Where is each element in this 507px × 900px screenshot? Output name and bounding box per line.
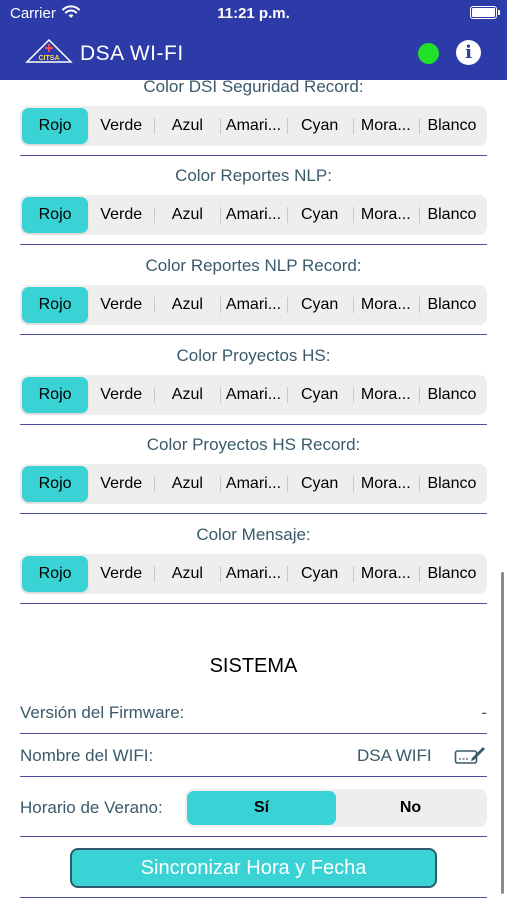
color-option[interactable]: Cyan	[286, 377, 353, 413]
color-option[interactable]: Amari...	[220, 287, 286, 323]
logo-text: CITSA	[39, 55, 60, 62]
citsa-logo-icon: CITSA	[25, 38, 73, 63]
color-option[interactable]: Rojo	[22, 377, 89, 413]
color-option[interactable]: Blanco	[418, 377, 485, 413]
color-option[interactable]: Rojo	[22, 466, 89, 502]
connection-status-indicator	[418, 43, 439, 64]
color-option[interactable]: Amari...	[220, 466, 286, 502]
color-option[interactable]: Verde	[88, 287, 154, 323]
color-option[interactable]: Mora...	[352, 377, 419, 413]
color-option[interactable]: Cyan	[286, 556, 353, 592]
color-option[interactable]: Blanco	[418, 108, 485, 144]
divider	[20, 776, 487, 777]
color-option[interactable]: Amari...	[220, 556, 286, 592]
color-option[interactable]: Cyan	[286, 466, 353, 502]
edit-icon[interactable]	[454, 745, 486, 767]
color-option[interactable]: Cyan	[286, 197, 353, 233]
color-option[interactable]: Azul	[154, 287, 220, 323]
app-title: DSA WI-FI	[80, 42, 184, 65]
color-option[interactable]: Amari...	[220, 377, 286, 413]
color-option[interactable]: Mora...	[352, 466, 419, 502]
color-option[interactable]: Cyan	[286, 287, 353, 323]
sync-time-date-button[interactable]: Sincronizar Hora y Fecha	[70, 848, 437, 888]
color-option[interactable]: Rojo	[22, 556, 89, 592]
divider	[20, 244, 487, 245]
color-segmented-control: Rojo Verde Azul Amari... Cyan Mora... Blanco	[20, 554, 487, 594]
color-option[interactable]: Azul	[154, 466, 220, 502]
color-option[interactable]: Rojo	[22, 197, 89, 233]
firmware-label: Versión del Firmware:	[20, 703, 185, 722]
screen: Carrier 11:21 p.m. CITSA DSA WI-FI i Col…	[0, 0, 507, 900]
scrollbar[interactable]	[501, 572, 504, 894]
divider	[20, 334, 487, 335]
section-title: Color Reportes NLP:	[175, 166, 332, 185]
divider	[20, 836, 487, 837]
color-option[interactable]: Mora...	[352, 197, 419, 233]
color-option[interactable]: Blanco	[418, 287, 485, 323]
section-title: Color DSI Seguridad Record:	[143, 77, 364, 96]
color-option[interactable]: Cyan	[286, 108, 353, 144]
color-option[interactable]: Rojo	[22, 287, 89, 323]
color-option[interactable]: Amari...	[220, 197, 286, 233]
color-option[interactable]: Azul	[154, 377, 220, 413]
color-segmented-control: Rojo Verde Azul Amari... Cyan Mora... Blanco	[20, 106, 487, 146]
sistema-title: SISTEMA	[209, 655, 298, 677]
color-option[interactable]: Verde	[88, 197, 154, 233]
color-option[interactable]: Blanco	[418, 197, 485, 233]
dst-label: Horario de Verano:	[20, 798, 163, 817]
divider	[20, 155, 487, 156]
divider	[20, 424, 487, 425]
battery-icon	[470, 6, 500, 19]
divider	[20, 603, 487, 604]
top-bar: Carrier 11:21 p.m. CITSA DSA WI-FI i	[0, 0, 507, 80]
info-icon[interactable]: i	[456, 40, 481, 65]
color-option[interactable]: Azul	[154, 108, 220, 144]
color-option[interactable]: Amari...	[220, 108, 286, 144]
color-option[interactable]: Azul	[154, 556, 220, 592]
dst-option-si[interactable]: Sí	[187, 791, 336, 825]
color-option[interactable]: Verde	[88, 377, 154, 413]
color-segmented-control: Rojo Verde Azul Amari... Cyan Mora... Blanco	[20, 285, 487, 325]
color-option[interactable]: Blanco	[418, 466, 485, 502]
section-title: Color Reportes NLP Record:	[145, 256, 362, 275]
color-option[interactable]: Rojo	[22, 108, 89, 144]
dst-option-no[interactable]: No	[336, 791, 485, 825]
section-title: Color Mensaje:	[196, 525, 311, 544]
section-title: Color Proyectos HS Record:	[146, 435, 361, 454]
color-option[interactable]: Azul	[154, 197, 220, 233]
color-option[interactable]: Mora...	[352, 556, 419, 592]
color-segmented-control: Rojo Verde Azul Amari... Cyan Mora... Blanco	[20, 195, 487, 235]
divider	[20, 897, 487, 898]
color-option[interactable]: Verde	[88, 108, 154, 144]
section-title: Color Proyectos HS:	[176, 346, 331, 365]
color-option[interactable]: Mora...	[352, 108, 419, 144]
status-time: 11:21 p.m.	[217, 5, 290, 22]
color-option[interactable]: Verde	[88, 466, 154, 502]
color-segmented-control: Rojo Verde Azul Amari... Cyan Mora... Blanco	[20, 375, 487, 415]
color-option[interactable]: Mora...	[352, 287, 419, 323]
color-option[interactable]: Blanco	[418, 556, 485, 592]
wifi-name-label: Nombre del WIFI:	[20, 746, 154, 765]
wifi-name-value: DSA WIFI	[357, 746, 432, 765]
status-bar: Carrier 11:21 p.m.	[0, 0, 507, 28]
color-option[interactable]: Verde	[88, 556, 154, 592]
divider	[20, 733, 487, 734]
nav-bar: CITSA DSA WI-FI i	[0, 30, 507, 78]
firmware-value: -	[481, 703, 487, 722]
divider	[20, 513, 487, 514]
dst-toggle: Sí No	[185, 789, 487, 827]
color-segmented-control: Rojo Verde Azul Amari... Cyan Mora... Blanco	[20, 464, 487, 504]
